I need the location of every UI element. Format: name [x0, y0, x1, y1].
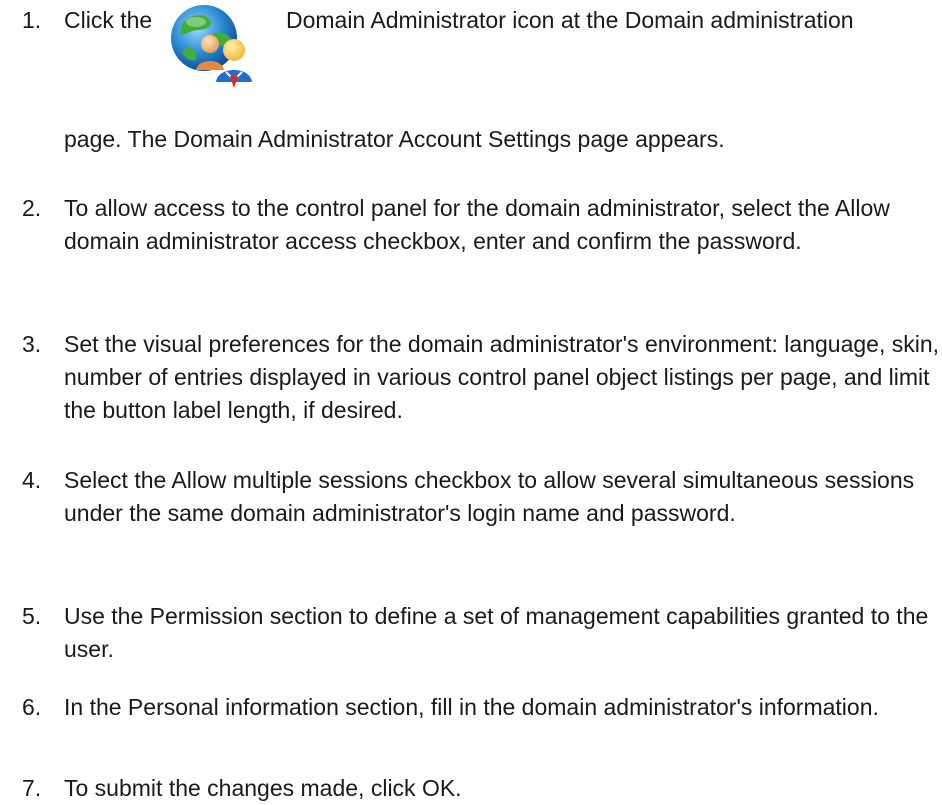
step-text: To submit the changes made, click OK.: [64, 775, 462, 801]
step-text: page. The Domain Administrator Account S…: [64, 126, 725, 152]
step-number: 1.: [22, 7, 42, 33]
step-number: 4.: [22, 467, 42, 493]
step-number: 2.: [22, 195, 42, 221]
step-number: 5.: [22, 603, 42, 629]
step-text: Click the: [64, 7, 153, 33]
domain-administrator-icon: [171, 5, 252, 88]
step-text: Set the visual preferences for the domai…: [64, 331, 940, 423]
step-text: Domain Administrator icon at the Domain …: [286, 7, 854, 33]
step-text: Select the Allow multiple sessions check…: [64, 467, 915, 526]
step-number: 3.: [22, 331, 42, 357]
step-text: To allow access to the control panel for…: [64, 195, 890, 254]
step-number: 7.: [22, 775, 42, 801]
step-text: Use the Permission section to define a s…: [64, 603, 929, 662]
step-text: In the Personal information section, fil…: [64, 694, 879, 720]
step-number: 6.: [22, 694, 42, 720]
